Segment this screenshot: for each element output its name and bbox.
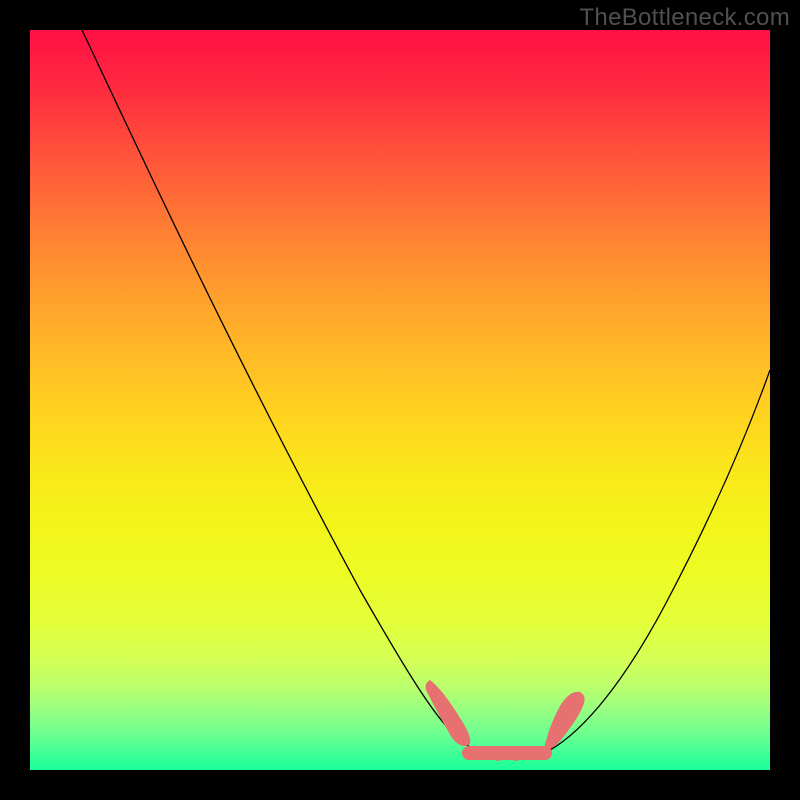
chart-svg bbox=[30, 30, 770, 770]
bottom-highlight bbox=[426, 680, 585, 761]
right-curve bbox=[550, 370, 770, 750]
watermark-text: TheBottleneck.com bbox=[579, 4, 790, 32]
left-curve bbox=[82, 30, 478, 752]
chart-plot-area bbox=[30, 30, 770, 770]
